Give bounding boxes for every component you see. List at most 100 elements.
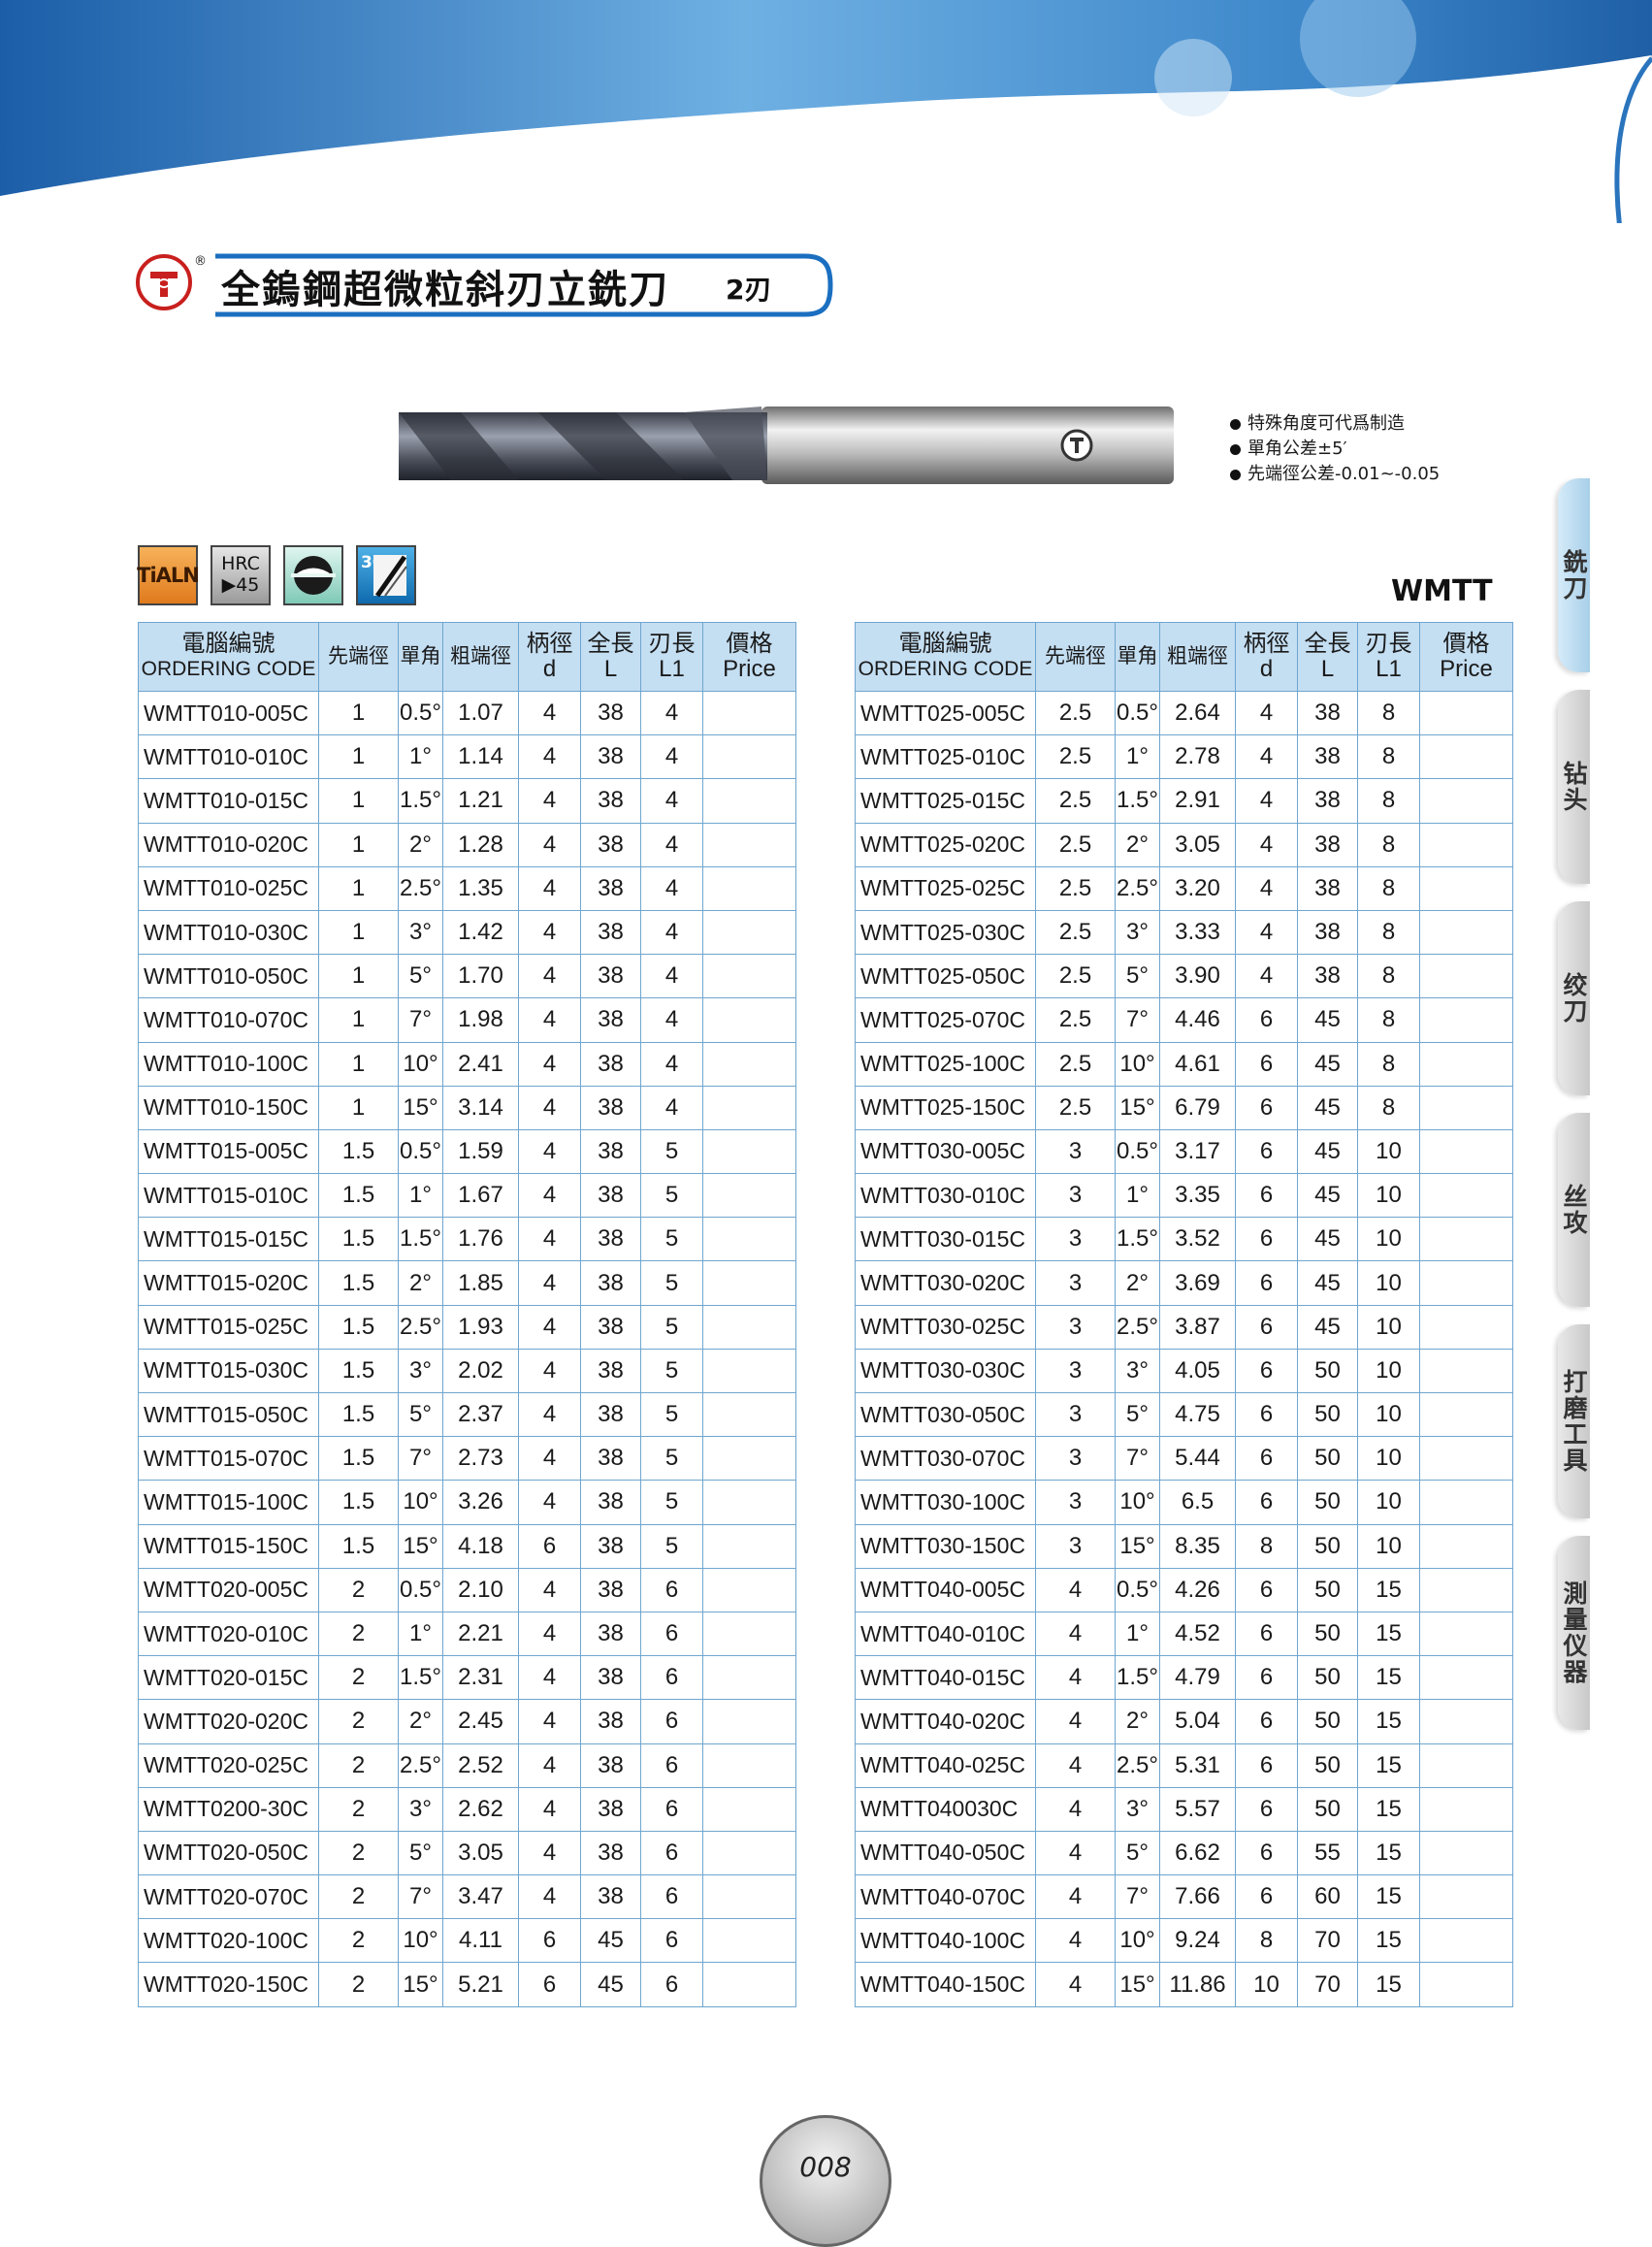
table-row: WMTT015-025C 1.5 2.5° 1.93 4 38 5 [138, 1304, 796, 1350]
note-item: 特殊角度可代爲制造 [1230, 411, 1440, 437]
cell-angle: 0.5° [398, 1128, 443, 1175]
cell-overall-length: 45 [580, 1962, 641, 2007]
cell-overall-length: 38 [580, 690, 641, 736]
cell-overall-length: 38 [1297, 954, 1358, 999]
table-row: WMTT015-150C 1.5 15° 4.18 6 38 5 [138, 1523, 796, 1569]
cell-angle: 5° [398, 954, 443, 999]
cell-shank-dia: 4 [518, 1830, 581, 1876]
header-rough-dia: 粗端徑 [442, 622, 519, 692]
table-row: WMTT040-050C 4 5° 6.62 6 55 15 [855, 1830, 1513, 1876]
cell-overall-length: 50 [1297, 1611, 1358, 1657]
cell-angle: 0.5° [1115, 690, 1160, 736]
cell-flute-length: 15 [1357, 1742, 1420, 1788]
side-tab-grinding-tools[interactable]: 打磨工具 [1558, 1324, 1590, 1518]
cell-flute-length: 5 [640, 1217, 703, 1262]
cell-tip-dia: 2 [318, 1830, 399, 1876]
cell-price [702, 1786, 796, 1832]
cell-tip-dia: 4 [1035, 1655, 1116, 1701]
cell-shank-dia: 4 [518, 1655, 581, 1701]
table-row: WMTT040030C 4 3° 5.57 6 50 15 [855, 1786, 1513, 1832]
table-row: WMTT025-050C 2.5 5° 3.90 4 38 8 [855, 954, 1513, 999]
cell-rough-dia: 11.86 [1159, 1962, 1236, 2007]
cell-overall-length: 38 [580, 1480, 641, 1525]
cell-ordering-code: WMTT010-010C [138, 734, 319, 780]
cell-overall-length: 60 [1297, 1874, 1358, 1920]
cell-flute-length: 5 [640, 1523, 703, 1569]
cell-flute-length: 10 [1357, 1480, 1420, 1525]
cell-shank-dia: 4 [1235, 954, 1298, 999]
cell-price [702, 954, 796, 999]
cell-rough-dia: 1.93 [442, 1304, 519, 1350]
cell-angle: 10° [398, 1041, 443, 1087]
cell-flute-length: 6 [640, 1830, 703, 1876]
cell-price [1419, 1567, 1513, 1612]
cell-price [1419, 1611, 1513, 1657]
cell-shank-dia: 4 [1235, 909, 1298, 956]
side-tab-drill[interactable]: 钻头 [1558, 690, 1590, 884]
cell-angle: 15° [398, 1962, 443, 2007]
cell-rough-dia: 1.70 [442, 954, 519, 999]
cell-rough-dia: 4.11 [442, 1918, 519, 1964]
cell-ordering-code: WMTT025-030C [855, 909, 1036, 956]
cell-flute-length: 10 [1357, 1523, 1420, 1569]
cell-flute-length: 15 [1357, 1611, 1420, 1657]
side-tab-tap[interactable]: 丝攻 [1558, 1113, 1590, 1307]
cell-price [1419, 1962, 1513, 2007]
cell-flute-length: 5 [640, 1173, 703, 1219]
cell-angle: 3° [398, 1348, 443, 1394]
cell-shank-dia: 4 [518, 1611, 581, 1657]
cell-flute-length: 5 [640, 1480, 703, 1525]
cell-overall-length: 70 [1297, 1918, 1358, 1964]
cell-rough-dia: 2.31 [442, 1655, 519, 1701]
cell-overall-length: 50 [1297, 1523, 1358, 1569]
cell-angle: 1.5° [1115, 778, 1160, 824]
bullet-icon [1230, 443, 1241, 455]
cell-overall-length: 50 [1297, 1699, 1358, 1744]
side-tab-reamer[interactable]: 绞刀 [1558, 901, 1590, 1095]
cell-tip-dia: 3 [1035, 1217, 1116, 1262]
cell-tip-dia: 4 [1035, 1567, 1116, 1612]
cell-ordering-code: WMTT025-050C [855, 954, 1036, 999]
cell-angle: 3° [398, 1786, 443, 1832]
cell-tip-dia: 1.5 [318, 1128, 399, 1175]
cell-tip-dia: 1.5 [318, 1173, 399, 1219]
cell-flute-length: 6 [640, 1874, 703, 1920]
cell-rough-dia: 8.35 [1159, 1523, 1236, 1569]
cell-rough-dia: 1.14 [442, 734, 519, 780]
cell-overall-length: 38 [580, 734, 641, 780]
cell-ordering-code: WMTT020-005C [138, 1567, 319, 1612]
cell-overall-length: 50 [1297, 1655, 1358, 1701]
cell-shank-dia: 4 [518, 909, 581, 956]
cell-angle: 0.5° [1115, 1128, 1160, 1175]
cell-shank-dia: 4 [518, 865, 581, 911]
cell-flute-length: 6 [640, 1655, 703, 1701]
bullet-icon [1230, 469, 1241, 480]
cell-shank-dia: 6 [518, 1962, 581, 2007]
cell-rough-dia: 5.44 [1159, 1436, 1236, 1482]
table-row: WMTT010-020C 1 2° 1.28 4 38 4 [138, 822, 796, 867]
cell-ordering-code: WMTT015-020C [138, 1260, 319, 1306]
cell-shank-dia: 6 [1235, 1217, 1298, 1262]
side-tab-milling-cutter[interactable]: 銑刀 [1558, 478, 1590, 672]
cell-price [1419, 1480, 1513, 1525]
cell-rough-dia: 2.62 [442, 1786, 519, 1832]
cell-overall-length: 38 [580, 1523, 641, 1569]
cell-tip-dia: 3 [1035, 1391, 1116, 1438]
table-row: WMTT015-100C 1.5 10° 3.26 4 38 5 [138, 1480, 796, 1525]
cell-tip-dia: 2.5 [1035, 778, 1116, 824]
cell-ordering-code: WMTT020-150C [138, 1962, 319, 2007]
cell-ordering-code: WMTT030-070C [855, 1436, 1036, 1482]
cell-rough-dia: 4.18 [442, 1523, 519, 1569]
cell-flute-length: 10 [1357, 1304, 1420, 1350]
cell-tip-dia: 2 [318, 1962, 399, 2007]
side-tab-measuring-instruments[interactable]: 測量仪器 [1558, 1536, 1590, 1730]
cell-ordering-code: WMTT025-020C [855, 822, 1036, 867]
cell-overall-length: 38 [580, 1348, 641, 1394]
product-notes: 特殊角度可代爲制造 單角公差±5′ 先端徑公差-0.01~-0.05 [1230, 411, 1440, 487]
header-length: 全長 L [580, 622, 641, 692]
header-angle: 單角 [398, 622, 443, 692]
table-row: WMTT025-100C 2.5 10° 4.61 6 45 8 [855, 1041, 1513, 1087]
cell-overall-length: 50 [1297, 1567, 1358, 1612]
cell-tip-dia: 3 [1035, 1436, 1116, 1482]
table-row: WMTT015-005C 1.5 0.5° 1.59 4 38 5 [138, 1128, 796, 1175]
